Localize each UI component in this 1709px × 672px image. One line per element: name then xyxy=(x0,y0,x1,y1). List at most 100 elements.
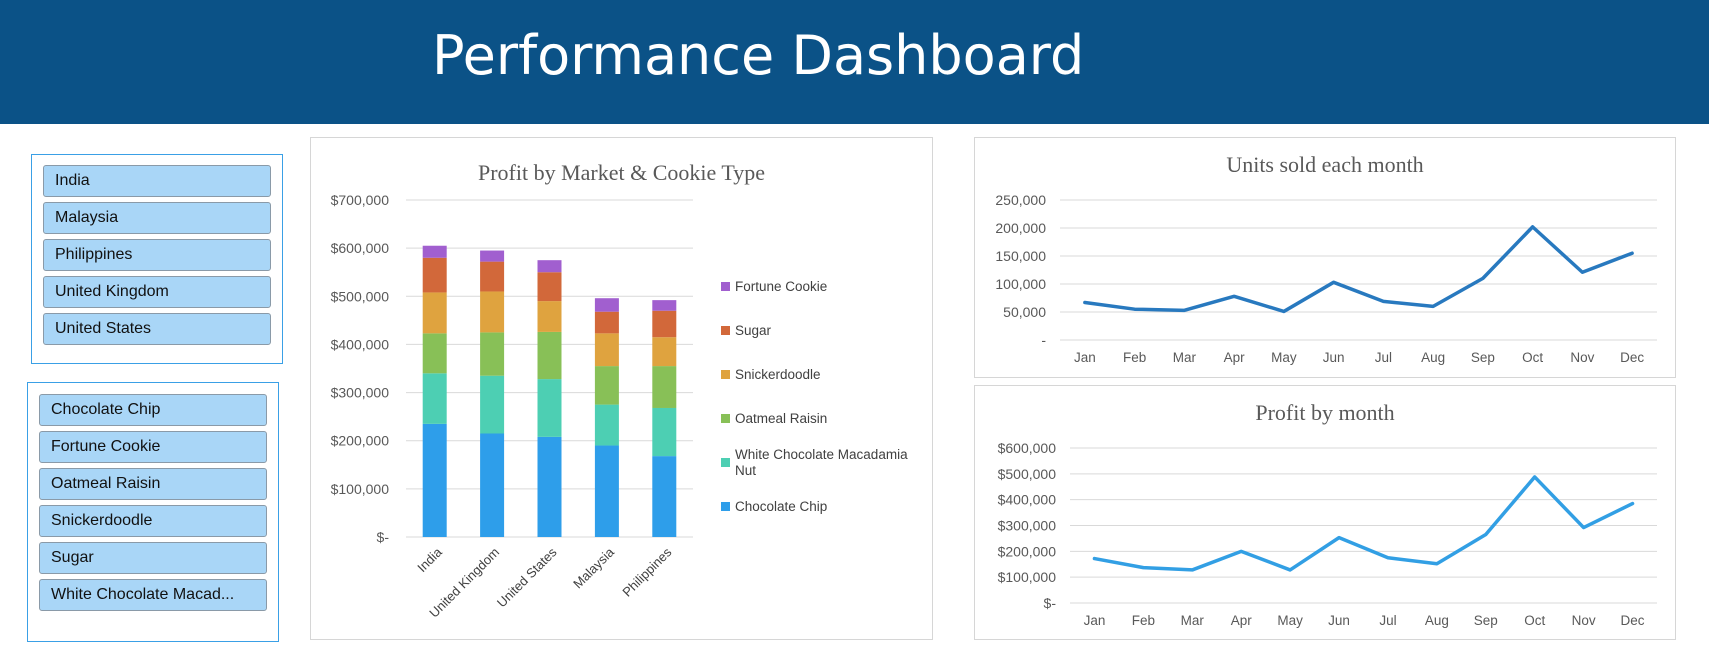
legend-label-snickerdoodle: Snickerdoodle xyxy=(735,367,821,382)
cookie-slicer-item-chocolate-chip[interactable]: Chocolate Chip xyxy=(39,394,267,426)
cookie-slicer-item-white-chocolate[interactable]: White Chocolate Macad... xyxy=(39,579,267,611)
bar-segment-malaysia-oatmeal-raisin xyxy=(594,366,619,405)
x-tick-label: May xyxy=(1271,350,1297,365)
y-tick-label: 250,000 xyxy=(995,192,1046,208)
legend-swatch-oatmeal-raisin xyxy=(721,414,730,423)
y-tick-label: $400,000 xyxy=(331,336,390,352)
bar-segment-united-states-white-chocolate-macadamia-nut xyxy=(537,379,562,437)
market-slicer-item-india[interactable]: India xyxy=(43,165,271,197)
bar-segment-india-chocolate-chip xyxy=(422,423,447,537)
x-tick-label: Apr xyxy=(1231,613,1253,628)
stacked-bar-chart: $- $100,000 $200,000 $300,000 $400,000 $500,0… xyxy=(331,192,908,621)
y-tick-label: $300,000 xyxy=(331,385,390,401)
x-tick-label: May xyxy=(1277,613,1303,628)
y-tick-label: $100,000 xyxy=(998,569,1057,585)
x-tick-label: Mar xyxy=(1181,613,1205,628)
market-slicer-item-united-states[interactable]: United States xyxy=(43,313,271,345)
x-tick-label: Apr xyxy=(1224,350,1246,365)
x-tick-label: Jan xyxy=(1074,350,1096,365)
legend-swatch-chocolate-chip xyxy=(721,502,730,511)
bar-segment-united-kingdom-sugar xyxy=(480,261,505,292)
legend-label-white-chocolate-macadamia-nut: White Chocolate Macadamia Nut xyxy=(735,447,908,478)
x-tick-label: Jun xyxy=(1328,613,1350,628)
y-tick-label: $600,000 xyxy=(331,240,390,256)
profit-line-chart: $- $100,000 $200,000 $300,000 $400,000 $500,0… xyxy=(998,440,1657,628)
units-line-chart: - 50,000 100,000 150,000 200,000 250,000 Jan Fe… xyxy=(995,192,1657,365)
bar-segment-philippines-fortune-cookie xyxy=(652,300,677,311)
y-tick-label: $500,000 xyxy=(998,466,1057,482)
y-tick-label: 150,000 xyxy=(995,248,1046,264)
legend-label-chocolate-chip: Chocolate Chip xyxy=(735,499,827,514)
legend-label-fortune-cookie: Fortune Cookie xyxy=(735,279,827,294)
y-tick-label: 100,000 xyxy=(995,276,1046,292)
cookie-slicer-item-oatmeal-raisin[interactable]: Oatmeal Raisin xyxy=(39,468,267,500)
bar-segment-india-sugar xyxy=(422,257,447,293)
y-tick-label: $- xyxy=(377,529,390,545)
page-title: Performance Dashboard xyxy=(432,24,1085,87)
y-tick-label: $700,000 xyxy=(331,192,390,208)
market-slicer-item-united-kingdom[interactable]: United Kingdom xyxy=(43,276,271,308)
x-tick-label: Jan xyxy=(1084,613,1106,628)
legend-swatch-white-chocolate-macadamia-nut xyxy=(721,458,730,467)
bar-segment-india-white-chocolate-macadamia-nut xyxy=(422,373,447,424)
legend-swatch-snickerdoodle xyxy=(721,370,730,379)
x-tick-label: Feb xyxy=(1132,613,1155,628)
x-tick-label: Jul xyxy=(1375,350,1392,365)
market-slicer: India Malaysia Philippines United Kingdo… xyxy=(31,154,283,364)
x-tick-label: Jun xyxy=(1323,350,1345,365)
bar-segment-philippines-chocolate-chip xyxy=(652,456,677,537)
line-series-0 xyxy=(1083,225,1634,314)
market-slicer-item-philippines[interactable]: Philippines xyxy=(43,239,271,271)
bar-segment-united-states-chocolate-chip xyxy=(537,436,562,537)
bar-segment-philippines-oatmeal-raisin xyxy=(652,366,677,408)
x-tick-label: Jul xyxy=(1379,613,1396,628)
bar-segment-philippines-snickerdoodle xyxy=(652,337,677,367)
bar-segment-malaysia-fortune-cookie xyxy=(594,298,619,312)
y-tick-label: - xyxy=(1041,332,1046,348)
x-tick-label: India xyxy=(414,544,445,575)
bar-segment-united-kingdom-snickerdoodle xyxy=(480,291,505,333)
x-tick-label: Aug xyxy=(1425,613,1449,628)
x-tick-label: Oct xyxy=(1524,613,1545,628)
y-tick-label: $300,000 xyxy=(998,518,1057,534)
bar-segment-malaysia-white-chocolate-macadamia-nut xyxy=(594,404,619,446)
market-slicer-item-malaysia[interactable]: Malaysia xyxy=(43,202,271,234)
y-tick-label: 50,000 xyxy=(1003,304,1046,320)
y-tick-label: $200,000 xyxy=(998,543,1057,559)
y-tick-label: $200,000 xyxy=(331,433,390,449)
cookie-slicer-item-snickerdoodle[interactable]: Snickerdoodle xyxy=(39,505,267,537)
bar-segment-united-states-sugar xyxy=(537,272,562,302)
bar-segment-united-kingdom-chocolate-chip xyxy=(480,433,505,537)
bar-segment-united-states-oatmeal-raisin xyxy=(537,331,562,380)
bar-segment-united-states-snickerdoodle xyxy=(537,301,562,332)
units-sold-chart-panel: Units sold each month -50,000 100,000 150,… xyxy=(974,137,1676,378)
x-tick-label: Mar xyxy=(1173,350,1197,365)
bar-segment-united-states-fortune-cookie xyxy=(537,260,562,273)
cookie-type-slicer: Chocolate Chip Fortune Cookie Oatmeal Ra… xyxy=(27,382,279,642)
y-tick-label: $600,000 xyxy=(998,440,1057,456)
legend-swatch-sugar xyxy=(721,326,730,335)
line-series-0 xyxy=(1092,475,1635,572)
legend-label-oatmeal-raisin: Oatmeal Raisin xyxy=(735,411,827,426)
bar-segment-india-oatmeal-raisin xyxy=(422,333,447,374)
x-tick-label: Dec xyxy=(1621,613,1645,628)
bar-segment-united-kingdom-fortune-cookie xyxy=(480,250,505,262)
bar-segment-philippines-white-chocolate-macadamia-nut xyxy=(652,407,677,457)
bar-segment-malaysia-sugar xyxy=(594,311,619,334)
y-tick-label: 200,000 xyxy=(995,220,1046,236)
x-tick-label: Aug xyxy=(1421,350,1445,365)
x-tick-label: Philippines xyxy=(619,544,674,599)
x-tick-label: Sep xyxy=(1474,613,1498,628)
bar-segment-philippines-sugar xyxy=(652,310,677,338)
x-tick-label: Sep xyxy=(1471,350,1495,365)
cookie-slicer-item-sugar[interactable]: Sugar xyxy=(39,542,267,574)
bar-segment-india-snickerdoodle xyxy=(422,292,447,334)
x-tick-label: Nov xyxy=(1572,613,1596,628)
cookie-slicer-item-fortune-cookie[interactable]: Fortune Cookie xyxy=(39,431,267,463)
y-tick-label: $500,000 xyxy=(331,288,390,304)
header-banner: Performance Dashboard xyxy=(0,0,1709,124)
x-tick-label: Dec xyxy=(1620,350,1644,365)
x-tick-label: United States xyxy=(494,544,560,610)
bar-segment-united-kingdom-white-chocolate-macadamia-nut xyxy=(480,375,505,434)
x-tick-label: Oct xyxy=(1522,350,1543,365)
